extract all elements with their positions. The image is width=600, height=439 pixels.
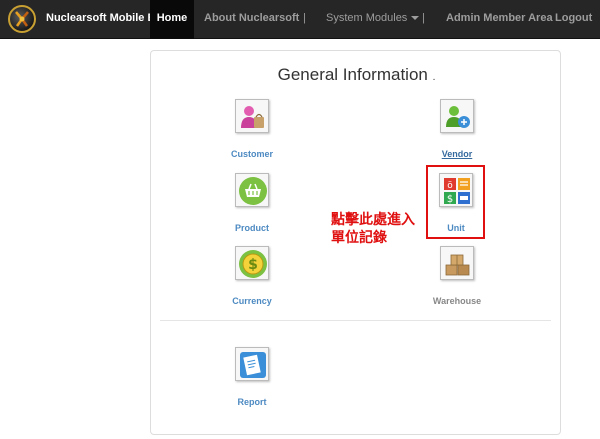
module-customer-label[interactable]: Customer bbox=[207, 149, 297, 159]
module-vendor-label[interactable]: Vendor bbox=[412, 149, 502, 159]
nav-separator: | bbox=[422, 12, 425, 24]
module-report[interactable]: Report bbox=[207, 347, 297, 407]
section-divider bbox=[160, 320, 551, 321]
nav-separator: | bbox=[303, 12, 306, 24]
panel-title-suffix: . bbox=[432, 72, 436, 83]
nav-system-modules[interactable]: System Modules bbox=[326, 0, 420, 39]
module-product-label[interactable]: Product bbox=[207, 223, 297, 233]
logo-icon[interactable] bbox=[8, 5, 36, 33]
nav-system-modules-label: System Modules bbox=[326, 12, 408, 24]
module-warehouse-label[interactable]: Warehouse bbox=[412, 296, 502, 306]
panel-title: General Information . bbox=[151, 65, 562, 85]
vendor-icon[interactable] bbox=[440, 99, 474, 133]
nav-home[interactable]: Home bbox=[150, 0, 194, 39]
module-vendor[interactable]: Vendor bbox=[412, 99, 502, 159]
basket-icon[interactable] bbox=[235, 173, 269, 207]
panel-title-text: General Information bbox=[277, 65, 428, 84]
dollar-icon[interactable]: $ bbox=[235, 246, 269, 280]
unit-highlight-box bbox=[426, 165, 485, 239]
module-customer[interactable]: Customer bbox=[207, 99, 297, 159]
unit-annotation: 點擊此處進入 單位記錄 bbox=[331, 210, 415, 246]
nav-admin-member-area[interactable]: Admin Member Area bbox=[446, 0, 553, 39]
module-currency[interactable]: $ Currency bbox=[207, 246, 297, 306]
customer-icon[interactable] bbox=[235, 99, 269, 133]
annotation-line-2: 單位記錄 bbox=[331, 229, 387, 245]
report-icon[interactable] bbox=[235, 347, 269, 381]
module-report-label[interactable]: Report bbox=[207, 397, 297, 407]
annotation-line-1: 點擊此處進入 bbox=[331, 211, 415, 227]
svg-text:$: $ bbox=[248, 257, 258, 273]
module-warehouse[interactable]: Warehouse bbox=[412, 246, 502, 306]
nav-logout[interactable]: Logout bbox=[555, 0, 592, 39]
top-navbar: Nuclearsoft Mobile ERP Home About Nuclea… bbox=[0, 0, 600, 39]
module-currency-label[interactable]: Currency bbox=[207, 296, 297, 306]
boxes-icon[interactable] bbox=[440, 246, 474, 280]
nav-about[interactable]: About Nuclearsoft bbox=[204, 0, 299, 39]
module-product[interactable]: Product bbox=[207, 173, 297, 233]
caret-down-icon bbox=[411, 16, 420, 21]
